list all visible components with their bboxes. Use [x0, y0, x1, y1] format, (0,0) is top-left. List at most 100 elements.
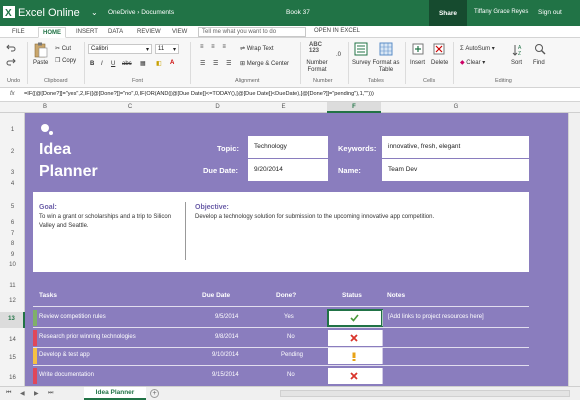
sheet-tab-idea-planner[interactable]: Idea Planner	[84, 387, 146, 400]
insert-button[interactable]: Insert	[410, 60, 425, 66]
formula-input[interactable]: =IF([@[Done?]]="yes",2,IF([@[Done?]]="no…	[24, 91, 374, 97]
goal-text[interactable]: To win a grant or scholarships and a tri…	[39, 213, 179, 231]
table-row[interactable]: Review competition rules 9/5/2014 Yes [A…	[33, 309, 529, 327]
add-sheet-icon[interactable]: +	[150, 389, 159, 398]
horizontal-scrollbar[interactable]	[280, 390, 570, 397]
breadcrumb[interactable]: OneDrive › Documents	[108, 9, 174, 16]
merge-center-button[interactable]: ⊞ Merge & Center	[240, 60, 289, 67]
column-header[interactable]: E	[240, 104, 327, 110]
fill-color-icon[interactable]: ◧	[156, 60, 162, 67]
keywords-cell[interactable]: innovative, fresh, elegant	[382, 136, 529, 158]
column-header[interactable]: D	[195, 104, 240, 110]
sign-out-link[interactable]: Sign out	[538, 9, 562, 16]
bold-button[interactable]: B	[90, 61, 94, 67]
notes-cell[interactable]: [Add links to project resources here]	[382, 310, 529, 326]
prev-sheet-icon[interactable]: ◀	[20, 390, 25, 397]
due-date-cell[interactable]: 9/20/2014	[248, 159, 328, 181]
sort-icon[interactable]: AZ	[512, 43, 524, 57]
undo-icon[interactable]	[6, 44, 16, 52]
borders-icon[interactable]: ▦	[140, 60, 146, 67]
objective-text[interactable]: Develop a technology solution for submis…	[195, 213, 515, 222]
font-name-select[interactable]: Calibri ▾	[88, 44, 152, 54]
notes-cell[interactable]	[382, 330, 529, 346]
survey-button[interactable]: Survey	[352, 60, 371, 66]
topic-cell[interactable]: Technology	[248, 136, 328, 158]
task-due-date[interactable]: 9/8/2014	[215, 334, 238, 340]
insert-cells-icon[interactable]	[412, 42, 424, 56]
row-header[interactable]: 7	[0, 231, 25, 237]
tab-data[interactable]: DATA	[104, 27, 127, 38]
tell-me-input[interactable]: Tell me what you want to do	[198, 27, 306, 37]
wrap-text-button[interactable]: ⇌ Wrap Text	[240, 45, 274, 52]
table-row[interactable]: Write documentation 9/15/2014 No	[33, 368, 529, 384]
redo-icon[interactable]	[6, 58, 16, 66]
copy-button[interactable]: ❐ Copy	[55, 57, 76, 64]
status-cell-selected[interactable]	[327, 309, 383, 327]
row-header[interactable]: 11	[0, 283, 25, 289]
find-icon[interactable]	[534, 43, 546, 57]
status-cell[interactable]	[328, 348, 382, 364]
tab-file[interactable]: FILE	[8, 27, 29, 38]
task-name[interactable]: Research prior winning technologies	[39, 334, 136, 340]
user-name[interactable]: Tiffany Grace Reyes	[474, 9, 528, 15]
strikethrough-button[interactable]: abc	[122, 61, 132, 67]
font-color-icon[interactable]: A	[170, 60, 174, 66]
task-done[interactable]: No	[287, 334, 295, 340]
row-header[interactable]: 5	[0, 204, 25, 210]
row-header[interactable]: 12	[0, 298, 25, 304]
column-header[interactable]: B	[25, 104, 65, 110]
row-header[interactable]: 16	[0, 375, 25, 381]
tab-view[interactable]: VIEW	[168, 27, 191, 38]
app-launcher-icon[interactable]: X	[3, 6, 15, 18]
decimal-increase-icon[interactable]: .0	[336, 52, 341, 58]
number-format-button[interactable]: Number Format	[304, 60, 330, 74]
autosum-button[interactable]: Σ AutoSum ▾	[460, 45, 495, 52]
format-as-table-button[interactable]: Format as Table	[372, 60, 400, 74]
open-in-excel-button[interactable]: OPEN IN EXCEL	[314, 28, 360, 34]
row-header[interactable]: 6	[0, 220, 25, 226]
row-header[interactable]: 8	[0, 241, 25, 247]
underline-button[interactable]: U	[111, 61, 115, 67]
table-row[interactable]: Develop & test app 9/10/2014 Pending	[33, 348, 529, 364]
table-row[interactable]: Research prior winning technologies 9/8/…	[33, 330, 529, 346]
workbook-title[interactable]: Book 37	[286, 9, 310, 16]
first-sheet-icon[interactable]: ⏮	[6, 390, 11, 397]
number-format-icon[interactable]: ABC 123	[309, 42, 322, 54]
task-due-date[interactable]: 9/15/2014	[212, 372, 239, 378]
share-button[interactable]: Share	[429, 0, 467, 26]
notes-cell[interactable]	[382, 348, 529, 364]
notes-cell[interactable]	[382, 368, 529, 384]
survey-icon[interactable]	[354, 42, 368, 56]
task-due-date[interactable]: 9/5/2014	[215, 314, 238, 320]
row-header[interactable]: 9	[0, 252, 25, 258]
column-header-selected[interactable]: F	[327, 104, 381, 110]
delete-button[interactable]: Delete	[431, 60, 448, 66]
clear-button[interactable]: ◆ Clear ▾	[460, 59, 485, 66]
task-name[interactable]: Review competition rules	[39, 314, 106, 320]
task-done[interactable]: No	[287, 372, 295, 378]
delete-cells-icon[interactable]	[433, 42, 445, 56]
task-due-date[interactable]: 9/10/2014	[212, 352, 239, 358]
row-header[interactable]: 14	[0, 337, 25, 343]
tab-review[interactable]: REVIEW	[133, 27, 165, 38]
format-as-table-icon[interactable]	[379, 42, 393, 56]
task-done[interactable]: Yes	[284, 314, 294, 320]
row-header[interactable]: 10	[0, 262, 25, 268]
task-name[interactable]: Develop & test app	[39, 352, 90, 358]
status-cell[interactable]	[328, 330, 382, 346]
font-size-select[interactable]: 11 ▾	[155, 44, 179, 54]
task-done[interactable]: Pending	[281, 352, 303, 358]
row-header-selected[interactable]: 13	[0, 312, 25, 328]
column-header[interactable]: G	[381, 104, 531, 110]
name-cell[interactable]: Team Dev	[382, 159, 529, 181]
app-menu-chevron-icon[interactable]: ⌄	[91, 8, 98, 17]
cut-button[interactable]: ✂ Cut	[55, 45, 71, 52]
sort-button[interactable]: Sort	[511, 60, 522, 66]
last-sheet-icon[interactable]: ⏭	[48, 390, 53, 397]
row-header[interactable]: 2	[0, 149, 25, 155]
row-header[interactable]: 15	[0, 355, 25, 361]
vertical-scrollbar[interactable]	[568, 113, 580, 386]
column-header[interactable]: C	[65, 104, 195, 110]
italic-button[interactable]: I	[101, 61, 103, 67]
worksheet-grid[interactable]: Idea Planner Topic: Technology Keywords:…	[25, 113, 568, 386]
